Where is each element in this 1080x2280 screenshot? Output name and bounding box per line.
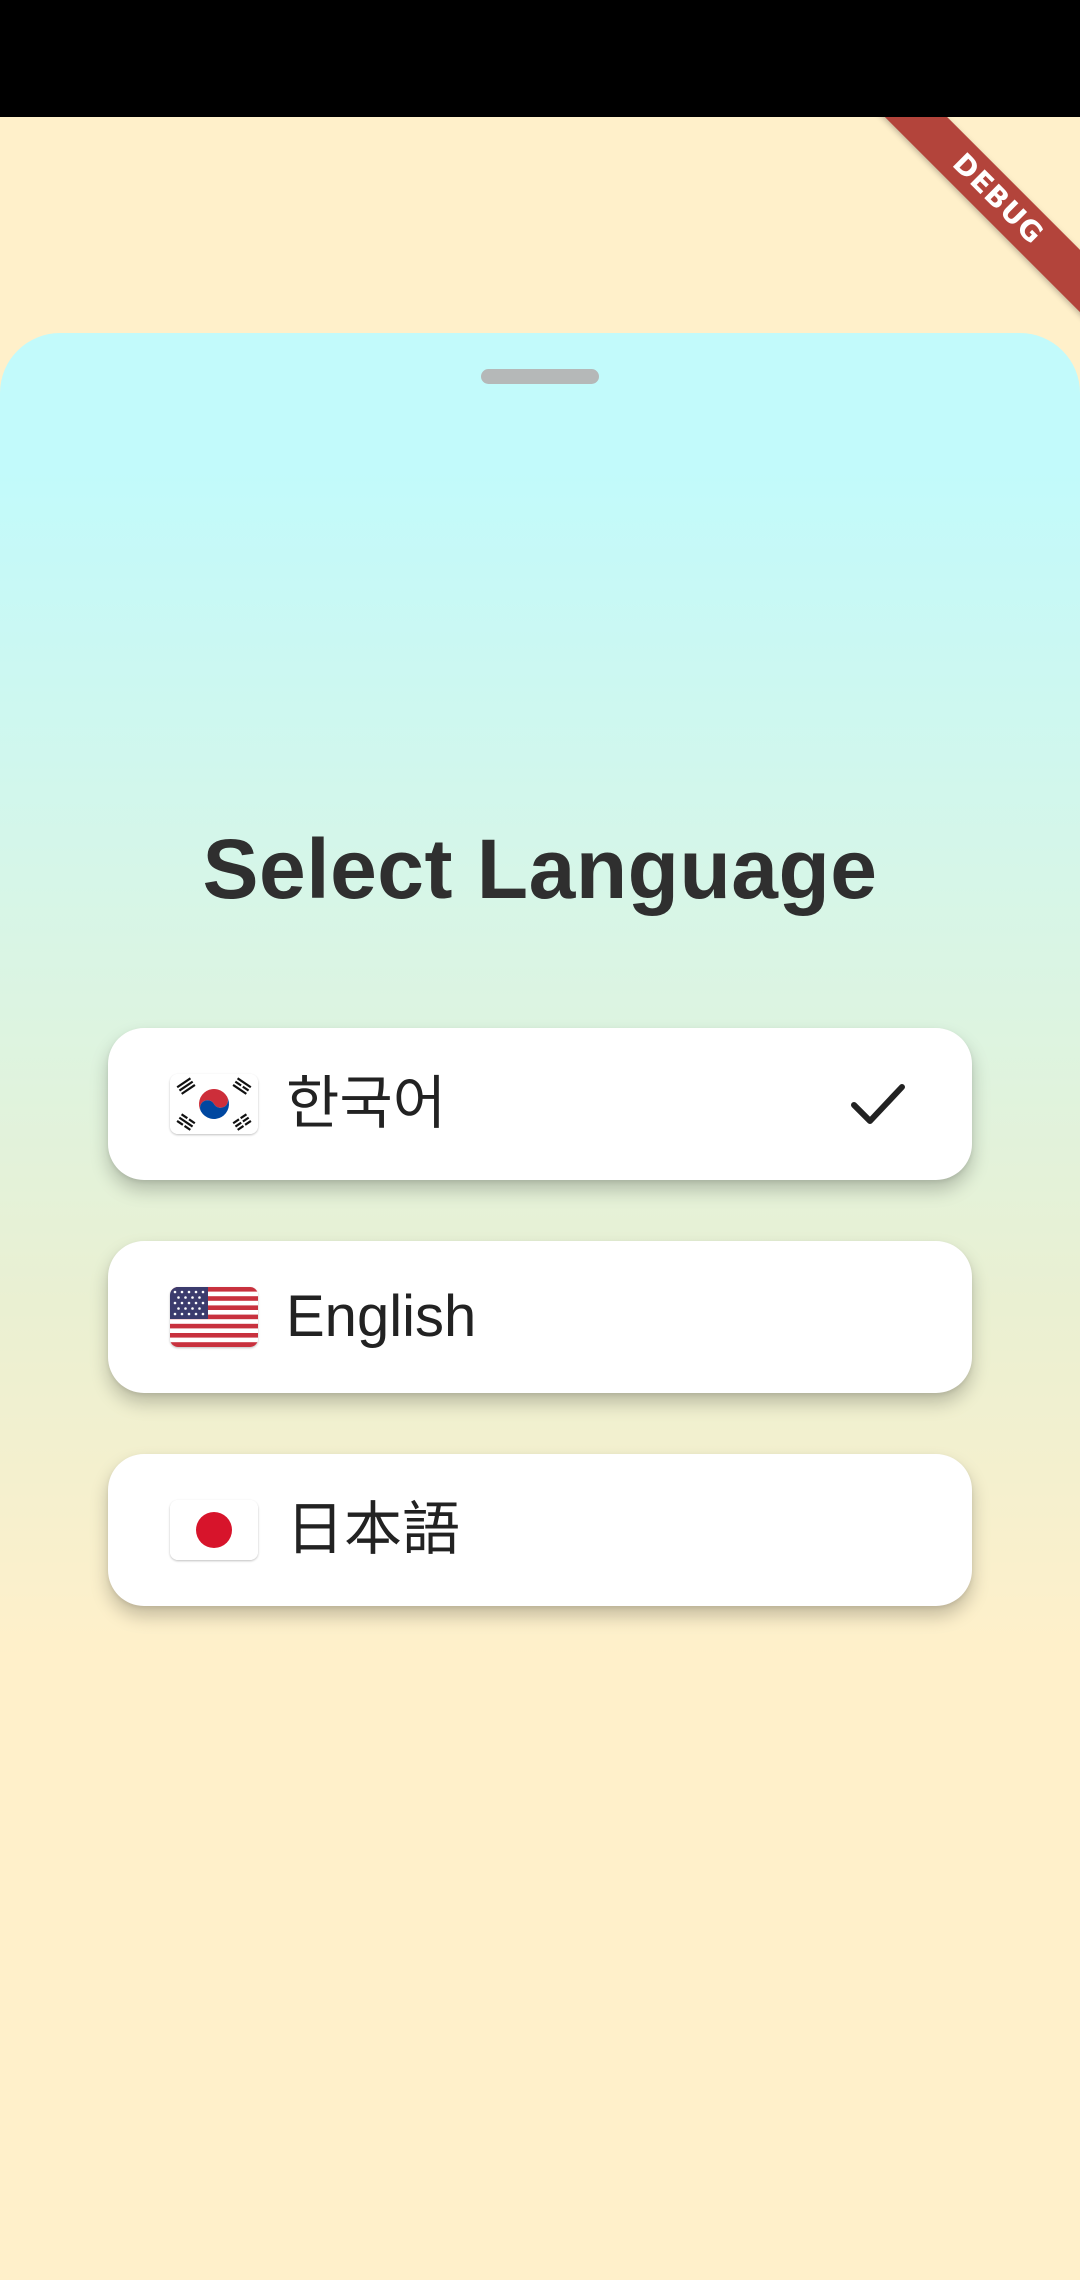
drag-handle[interactable] [481, 369, 599, 384]
screen: DEBUG Select Language 한국어 English 日本語 [0, 0, 1080, 2280]
japan-flag-icon [170, 1500, 258, 1560]
language-list: 한국어 English 日本語 [108, 1028, 972, 1667]
debug-banner-label: DEBUG [876, 117, 1080, 321]
check-icon [848, 1074, 908, 1134]
language-label-english: English [286, 1284, 477, 1349]
language-option-japanese[interactable]: 日本語 [108, 1454, 972, 1606]
language-option-korean[interactable]: 한국어 [108, 1028, 972, 1180]
language-label-korean: 한국어 [286, 1071, 447, 1136]
south-korea-flag-icon [170, 1074, 258, 1134]
page-title: Select Language [202, 822, 878, 916]
language-label-japanese: 日本語 [286, 1497, 461, 1562]
language-bottom-sheet: Select Language 한국어 English 日本語 [0, 333, 1080, 2280]
status-bar [0, 0, 1080, 117]
usa-flag-icon [170, 1287, 258, 1347]
language-option-english[interactable]: English [108, 1241, 972, 1393]
